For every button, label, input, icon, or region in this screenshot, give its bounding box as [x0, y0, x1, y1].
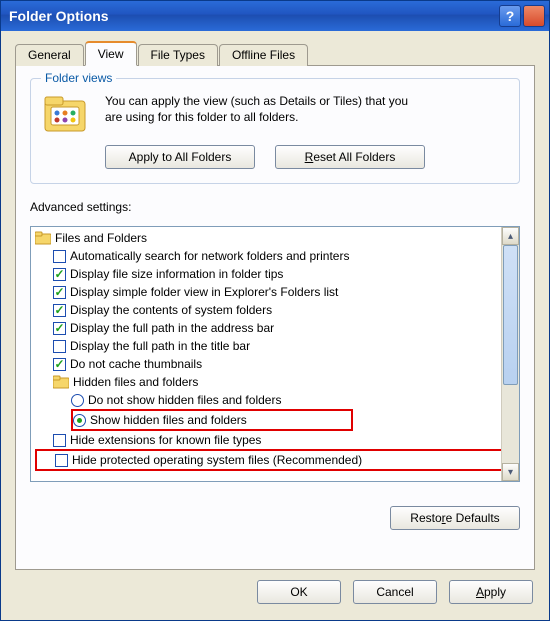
cancel-button[interactable]: Cancel: [353, 580, 437, 604]
tabpage-view: Folder views: [15, 65, 535, 570]
scroll-down-button[interactable]: ▾: [502, 463, 519, 481]
folder-options-dialog: Folder Options ? ✕ General View File Typ…: [0, 0, 550, 621]
opt-hide-protected-os-files[interactable]: Hide protected operating system files (R…: [37, 451, 501, 469]
titlebar[interactable]: Folder Options ? ✕: [1, 1, 549, 31]
window-title: Folder Options: [9, 8, 497, 24]
opt-simple-folder-view[interactable]: Display simple folder view in Explorer's…: [35, 283, 497, 301]
folder-views-icon: [43, 93, 91, 135]
radio[interactable]: [71, 394, 84, 407]
checkbox[interactable]: [53, 250, 66, 263]
tab-offline-files[interactable]: Offline Files: [219, 44, 308, 66]
opt-hide-extensions[interactable]: Hide extensions for known file types: [35, 431, 497, 449]
radio[interactable]: [73, 414, 86, 427]
checkbox[interactable]: [53, 340, 66, 353]
checkbox[interactable]: [55, 454, 68, 467]
dialog-buttons: OK Cancel Apply: [15, 570, 535, 606]
tree-content[interactable]: Files and Folders Automatically search f…: [31, 227, 501, 481]
checkbox[interactable]: [53, 286, 66, 299]
checkbox[interactable]: [53, 322, 66, 335]
opt-auto-search-network[interactable]: Automatically search for network folders…: [35, 247, 497, 265]
checkbox[interactable]: [53, 304, 66, 317]
opt-display-system-folders[interactable]: Display the contents of system folders: [35, 301, 497, 319]
advanced-settings-tree: Files and Folders Automatically search f…: [30, 226, 520, 482]
ok-button[interactable]: OK: [257, 580, 341, 604]
checkbox[interactable]: [53, 434, 66, 447]
folder-views-desc: You can apply the view (such as Details …: [105, 93, 408, 125]
reset-all-folders-button[interactable]: Reset All Folders: [275, 145, 425, 169]
advanced-settings-label: Advanced settings:: [30, 200, 520, 214]
folder-views-group: Folder views: [30, 78, 520, 184]
apply-to-all-folders-button[interactable]: Apply to All Folders: [105, 145, 255, 169]
help-button[interactable]: ?: [499, 5, 521, 27]
scroll-up-button[interactable]: ▴: [502, 227, 519, 245]
tab-view[interactable]: View: [85, 41, 137, 66]
checkbox[interactable]: [53, 268, 66, 281]
folder-views-legend: Folder views: [41, 71, 116, 85]
radio-do-not-show-hidden[interactable]: Do not show hidden files and folders: [35, 391, 497, 409]
tab-general[interactable]: General: [15, 44, 84, 66]
client-area: General View File Types Offline Files Fo…: [1, 31, 549, 620]
scroll-track[interactable]: [502, 245, 519, 463]
tree-group-hidden-files: Hidden files and folders: [35, 373, 497, 391]
tabstrip: General View File Types Offline Files: [15, 41, 535, 65]
scroll-thumb[interactable]: [503, 245, 518, 385]
opt-display-file-size-tips[interactable]: Display file size information in folder …: [35, 265, 497, 283]
opt-full-path-title-bar[interactable]: Display the full path in the title bar: [35, 337, 497, 355]
highlight-show-hidden: Show hidden files and folders: [71, 409, 353, 431]
close-button[interactable]: [523, 5, 545, 27]
radio-show-hidden[interactable]: Show hidden files and folders: [73, 411, 347, 429]
tab-file-types[interactable]: File Types: [138, 44, 218, 66]
restore-defaults-button[interactable]: Restore Defaults: [390, 506, 520, 530]
folder-icon: [35, 231, 51, 245]
folder-icon: [53, 375, 69, 389]
opt-do-not-cache-thumbnails[interactable]: Do not cache thumbnails: [35, 355, 497, 373]
tree-group-files-and-folders: Files and Folders: [35, 229, 497, 247]
checkbox[interactable]: [53, 358, 66, 371]
opt-full-path-address-bar[interactable]: Display the full path in the address bar: [35, 319, 497, 337]
tree-scrollbar[interactable]: ▴ ▾: [501, 227, 519, 481]
highlight-hide-protected: Hide protected operating system files (R…: [35, 449, 501, 471]
apply-button[interactable]: Apply: [449, 580, 533, 604]
